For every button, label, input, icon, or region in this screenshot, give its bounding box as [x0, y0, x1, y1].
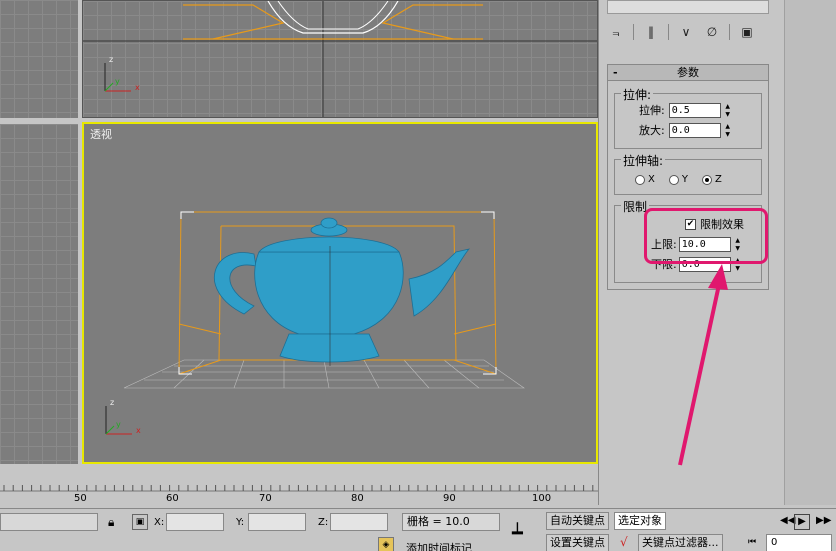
spinner-down-icon[interactable]: ▼ — [723, 131, 733, 138]
front-view-scene — [83, 1, 597, 117]
spinner-down-icon[interactable]: ▼ — [723, 111, 733, 118]
radio-dot-selected[interactable] — [701, 174, 712, 185]
stretch-group: 拉伸: 拉伸: 0.5 ▲ ▼ 放大: 0.0 ▲ ▼ — [614, 86, 762, 149]
stretch-spinner[interactable]: 0.5 ▲ ▼ — [668, 102, 733, 118]
y-coord-label: Y: — [236, 517, 245, 528]
make-unique-icon[interactable]: ∨ — [677, 23, 695, 41]
lock-icon[interactable]: 🔒︎ — [108, 515, 114, 530]
tick-label: 100 — [532, 493, 552, 504]
stretch-axis-group: 拉伸轴: X Y Z — [614, 152, 762, 195]
tick-label: 50 — [74, 493, 87, 504]
collapse-icon[interactable]: - — [613, 65, 618, 80]
toolbar-divider — [633, 24, 634, 40]
status-bar: 🔒︎ ▣ X: Y: Z: 栅格 = 10.0 ┷ 自动关键点 选定对象 设置关… — [0, 508, 836, 551]
current-frame-field[interactable]: 0 — [766, 534, 832, 551]
viewport-top-left[interactable] — [0, 0, 78, 118]
axis-option-label: Y — [681, 174, 688, 185]
auto-key-button[interactable]: 自动关键点 — [546, 512, 609, 530]
axis-z-label: z — [109, 55, 114, 64]
absolute-mode-icon[interactable]: ▣ — [132, 514, 148, 530]
stretch-row: 拉伸: 0.5 ▲ ▼ — [639, 102, 733, 118]
axis-x-label: x — [135, 83, 140, 92]
axis-option-label: Z — [714, 174, 722, 185]
stretch-group-title: 拉伸: — [621, 86, 654, 103]
track-bar[interactable] — [0, 480, 598, 506]
viewport-bottom-left[interactable] — [0, 124, 78, 464]
add-time-tag-label[interactable]: 添加时间标记 — [406, 540, 472, 551]
amplify-spinner[interactable]: 0.0 ▲ ▼ — [668, 122, 733, 138]
axis-y-label: y — [115, 77, 120, 86]
y-coord-field[interactable] — [248, 513, 306, 531]
pin-stack-icon[interactable]: ⫬ — [607, 23, 625, 41]
amplify-field[interactable]: 0.0 — [668, 122, 721, 138]
panel-scroll-strip[interactable] — [784, 0, 836, 505]
radio-dot[interactable] — [635, 174, 645, 185]
set-key-button[interactable]: 设置关键点 — [546, 534, 609, 551]
tick-label: 90 — [443, 493, 456, 504]
radio-dot[interactable] — [668, 174, 679, 185]
limit-highlight-box — [644, 208, 768, 264]
key-icon[interactable]: ┷ — [512, 523, 523, 544]
toolbar-divider — [729, 24, 730, 40]
axis-x-label: x — [136, 426, 141, 435]
rollout-header[interactable]: - 参数 — [608, 65, 768, 81]
viewport-perspective[interactable]: 透视 z y x — [82, 122, 598, 464]
configure-sets-icon[interactable]: ▣ — [738, 23, 756, 41]
axis-radio-x[interactable]: X — [635, 174, 655, 185]
next-frame-icon[interactable]: ▶▶ — [816, 515, 831, 526]
amplify-label: 放大: — [639, 124, 665, 137]
stretch-label: 拉伸: — [639, 104, 665, 117]
perspective-scene — [105, 211, 525, 435]
key-filters-button[interactable]: 关键点过滤器... — [638, 534, 723, 551]
annotation-arrow — [678, 264, 728, 466]
stretch-field[interactable]: 0.5 — [668, 102, 721, 118]
selection-dropdown[interactable]: 选定对象 — [614, 512, 666, 530]
axis-group-title: 拉伸轴: — [621, 152, 666, 169]
spinner-up-icon[interactable]: ▲ — [723, 103, 733, 110]
show-end-result-icon[interactable]: ‖ — [642, 23, 660, 41]
tick-label: 70 — [259, 493, 272, 504]
axis-z-label: z — [110, 398, 115, 407]
tick-label: 60 — [166, 493, 179, 504]
x-coord-label: X: — [154, 517, 165, 528]
z-coord-field[interactable] — [330, 513, 388, 531]
axis-radio-z[interactable]: Z — [701, 174, 722, 185]
z-coord-label: Z: — [318, 517, 329, 528]
grid-size-display: 栅格 = 10.0 — [402, 513, 500, 531]
viewport-front[interactable]: z y x — [82, 0, 598, 118]
axis-option-label: X — [648, 174, 655, 185]
remove-modifier-icon[interactable]: ∅ — [703, 23, 721, 41]
x-coord-field[interactable] — [166, 513, 224, 531]
spinner-down-icon[interactable]: ▼ — [733, 265, 743, 272]
axis-radio-row: X Y Z — [635, 174, 736, 185]
goto-start-icon[interactable]: ⏮︎ — [748, 537, 756, 547]
rollout-title: 参数 — [677, 66, 699, 79]
key-filter-icon: √ — [620, 535, 628, 549]
modifier-stack-bottom[interactable] — [607, 0, 769, 14]
track-ruler — [0, 485, 598, 492]
amplify-row: 放大: 0.0 ▲ ▼ — [639, 122, 733, 138]
spinner-up-icon[interactable]: ▲ — [723, 123, 733, 130]
axis-radio-y[interactable]: Y — [668, 174, 688, 185]
toolbar-divider — [668, 24, 669, 40]
tick-label: 80 — [351, 493, 364, 504]
time-tag-icon[interactable]: ◈ — [378, 537, 394, 551]
axis-y-label: y — [116, 420, 121, 429]
prompt-line[interactable] — [0, 513, 98, 531]
viewport-label: 透视 — [90, 128, 112, 141]
modifier-stack-toolbar: ⫬ ‖ ∨ ∅ ▣ — [607, 20, 767, 44]
play-icon[interactable]: ▶ — [794, 514, 810, 530]
